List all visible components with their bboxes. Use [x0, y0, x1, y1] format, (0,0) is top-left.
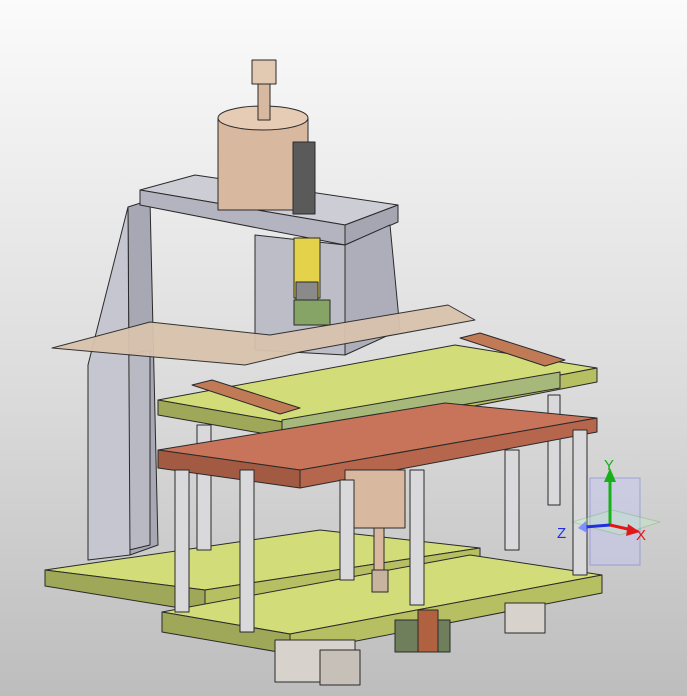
y-axis-label: Y	[604, 457, 614, 474]
cylinder-sensor[interactable]	[292, 141, 316, 215]
x-axis-label: X	[636, 527, 646, 544]
coordinate-triad[interactable]: Y Z X	[557, 457, 662, 566]
cad-3d-viewport[interactable]: Y Z X	[0, 0, 687, 696]
z-axis-label: Z	[557, 525, 566, 542]
z-axis-arrow	[584, 523, 611, 529]
press-fixture-model[interactable]: Y Z X	[0, 0, 687, 696]
